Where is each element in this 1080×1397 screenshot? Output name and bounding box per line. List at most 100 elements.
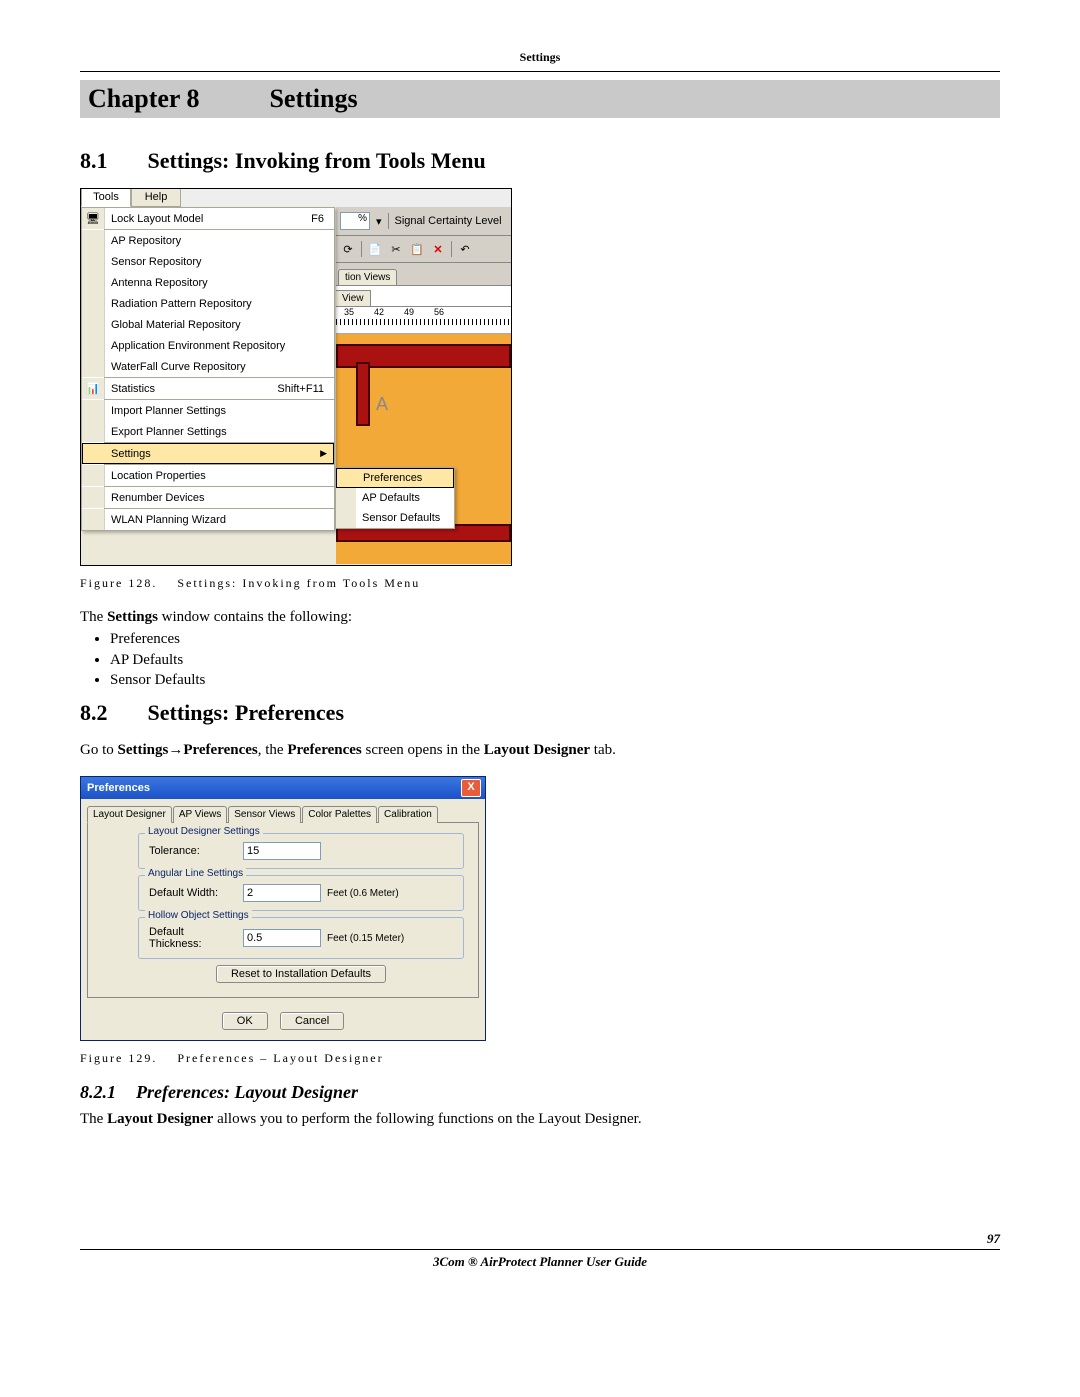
default-width-label: Default Width: (149, 887, 237, 899)
paste-icon[interactable]: 📋 (409, 241, 425, 257)
menu-item-global-material-repository[interactable]: Global Material Repository (82, 314, 334, 335)
menu-label: Settings (105, 448, 320, 460)
tools-dropdown: 🖥 Lock Layout Model F6 AP Repository Sen… (81, 207, 335, 531)
section-title: Settings: Preferences (148, 700, 345, 726)
section-number: 8.2.1 (80, 1082, 116, 1103)
figure-128-caption: Figure 128. Settings: Invoking from Tool… (80, 576, 1000, 591)
submenu-item-ap-defaults[interactable]: AP Defaults (336, 488, 454, 508)
section-8-2-heading: 8.2 Settings: Preferences (80, 700, 1000, 726)
lock-icon: 🖥 (82, 208, 105, 229)
menu-label: Renumber Devices (105, 492, 334, 504)
menu-item-sensor-repository[interactable]: Sensor Repository (82, 251, 334, 272)
tolerance-input[interactable] (243, 842, 321, 860)
menu-label: Radiation Pattern Repository (105, 298, 334, 310)
menu-accel: Shift+F11 (277, 383, 334, 395)
menu-item-waterfall-repository[interactable]: WaterFall Curve Repository (82, 356, 334, 377)
top-rule (80, 71, 1000, 72)
menu-tools[interactable]: Tools (81, 189, 131, 207)
chapter-heading: Chapter 8 Settings (80, 80, 1000, 118)
ok-button[interactable]: OK (222, 1012, 268, 1030)
tab-tion-views[interactable]: tion Views (338, 269, 397, 285)
default-thickness-label: Default Thickness: (149, 926, 237, 950)
figure-128-screenshot: Tools Help % ▾ Signal Certainty Level ⟳ … (80, 188, 512, 566)
menu-label: Import Planner Settings (105, 405, 334, 417)
default-thickness-input[interactable] (243, 929, 321, 947)
menu-label: Sensor Repository (105, 256, 334, 268)
section-title: Preferences: Layout Designer (136, 1082, 358, 1103)
ruler: 35 42 49 56 (336, 307, 511, 334)
caption-text: Settings: Invoking from Tools Menu (177, 576, 420, 590)
caption-text: Preferences – Layout Designer (177, 1051, 383, 1065)
floorplan-background: A (336, 334, 511, 564)
menubar: Tools Help (81, 189, 511, 207)
copy-icon[interactable]: 📄 (367, 241, 383, 257)
menu-item-lock-layout-model[interactable]: 🖥 Lock Layout Model F6 (82, 208, 334, 229)
menu-item-app-env-repository[interactable]: Application Environment Repository (82, 335, 334, 356)
menu-help[interactable]: Help (131, 189, 181, 207)
paragraph-goto-preferences: Go to Settings→Preferences, the Preferen… (80, 740, 1000, 760)
menu-label: Statistics (105, 383, 277, 395)
undo-icon[interactable]: ↶ (457, 241, 473, 257)
menu-label: AP Repository (105, 235, 334, 247)
tab-layout-designer[interactable]: Layout Designer (87, 806, 172, 823)
tab-sensor-views[interactable]: Sensor Views (228, 806, 301, 823)
list-item: AP Defaults (110, 650, 1000, 670)
tab-calibration[interactable]: Calibration (378, 806, 438, 823)
menu-item-renumber-devices[interactable]: Renumber Devices (82, 487, 334, 508)
menu-item-wlan-wizard[interactable]: WLAN Planning Wizard (82, 509, 334, 530)
menu-item-settings[interactable]: Settings ▶ (82, 443, 334, 464)
menu-item-location-properties[interactable]: Location Properties (82, 465, 334, 486)
caption-label: Figure 128. (80, 576, 157, 590)
figure-129-dialog: Preferences X Layout Designer AP Views S… (80, 776, 486, 1041)
group-layout-designer-settings: Layout Designer Settings Tolerance: (138, 833, 464, 869)
menu-item-statistics[interactable]: 📊 Statistics Shift+F11 (82, 378, 334, 399)
submenu-arrow-icon: ▶ (320, 448, 333, 459)
menu-item-radiation-pattern-repository[interactable]: Radiation Pattern Repository (82, 293, 334, 314)
ruler-num: 35 (344, 307, 354, 317)
menu-item-ap-repository[interactable]: AP Repository (82, 230, 334, 251)
ruler-num: 42 (374, 307, 384, 317)
group-legend: Angular Line Settings (145, 868, 246, 879)
default-width-input[interactable] (243, 884, 321, 902)
caption-label: Figure 129. (80, 1051, 157, 1065)
tab-ap-views[interactable]: AP Views (173, 806, 227, 823)
figure-129-caption: Figure 129. Preferences – Layout Designe… (80, 1051, 1000, 1066)
paragraph-settings-contains: The Settings window contains the followi… (80, 607, 1000, 627)
menu-label: Antenna Repository (105, 277, 334, 289)
menu-item-antenna-repository[interactable]: Antenna Repository (82, 272, 334, 293)
submenu-item-preferences[interactable]: Preferences (336, 468, 454, 488)
menu-label: Location Properties (105, 470, 334, 482)
zoom-field[interactable]: % (340, 212, 370, 230)
submenu-label: Sensor Defaults (356, 512, 454, 524)
menu-label: WLAN Planning Wizard (105, 514, 334, 526)
chart-icon: 📊 (82, 378, 105, 399)
tab-panel-layout-designer: Layout Designer Settings Tolerance: Angu… (87, 823, 479, 998)
reset-defaults-button[interactable]: Reset to Installation Defaults (216, 965, 386, 983)
cancel-button[interactable]: Cancel (280, 1012, 344, 1030)
cut-icon[interactable]: ✂ (388, 241, 404, 257)
subtab-view[interactable]: View (336, 290, 371, 306)
section-number: 8.1 (80, 148, 108, 174)
menu-item-import-settings[interactable]: Import Planner Settings (82, 400, 334, 421)
section-8-1-heading: 8.1 Settings: Invoking from Tools Menu (80, 148, 1000, 174)
menu-item-export-settings[interactable]: Export Planner Settings (82, 421, 334, 442)
group-legend: Hollow Object Settings (145, 910, 252, 921)
page-footer: 97 3Com ® AirProtect Planner User Guide (80, 1249, 1000, 1270)
running-head: Settings (80, 50, 1000, 65)
tab-color-palettes[interactable]: Color Palettes (302, 806, 377, 823)
tolerance-label: Tolerance: (149, 845, 237, 857)
section-8-2-1-heading: 8.2.1 Preferences: Layout Designer (80, 1082, 1000, 1103)
list-item: Preferences (110, 629, 1000, 649)
group-legend: Layout Designer Settings (145, 826, 263, 837)
paragraph-layout-designer-desc: The Layout Designer allows you to perfor… (80, 1109, 1000, 1129)
delete-icon[interactable]: ✕ (430, 241, 446, 257)
refresh-icon[interactable]: ⟳ (340, 241, 356, 257)
close-button[interactable]: X (461, 779, 481, 797)
dialog-titlebar: Preferences X (81, 777, 485, 799)
signal-certainty-label: Signal Certainty Level (395, 215, 502, 227)
menu-label: Global Material Repository (105, 319, 334, 331)
footer-guide-title: 3Com ® AirProtect Planner User Guide (80, 1254, 1000, 1270)
settings-submenu: Preferences AP Defaults Sensor Defaults (335, 467, 455, 529)
submenu-item-sensor-defaults[interactable]: Sensor Defaults (336, 508, 454, 528)
submenu-label: Preferences (357, 472, 453, 484)
